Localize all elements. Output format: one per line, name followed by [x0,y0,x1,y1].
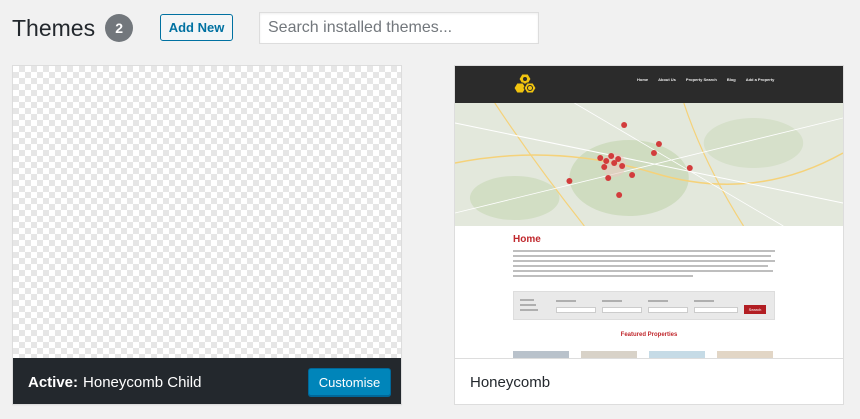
customise-button[interactable]: Customise [308,368,391,396]
preview-search-button: Search [744,305,766,314]
preview-content: Home [513,234,777,280]
theme-name-bar: Honeycomb [455,358,843,404]
preview-page-heading: Home [513,234,541,245]
honeycomb-logo-icon [513,73,537,94]
theme-screenshot[interactable]: Home About Us Property Search Blog Add a… [455,66,843,358]
preview-featured-heading: Featured Properties [620,332,678,338]
preview-search-box: Search [513,291,775,320]
preview-menu: Home About Us Property Search Blog Add a… [637,77,774,82]
active-theme-name: Honeycomb Child [83,373,202,391]
theme-name: Honeycomb [470,374,551,391]
preview-map [455,103,843,226]
search-input[interactable] [259,12,539,44]
preview-menu-item: Blog [726,77,736,82]
theme-screenshot-placeholder[interactable] [13,66,401,358]
theme-card-honeycomb[interactable]: Home About Us Property Search Blog Add a… [454,65,844,405]
page-title: Themes [12,15,96,41]
preview-menu-item: Property Search [685,77,717,82]
preview-text-block [513,250,777,277]
page-header: Themes 2 [12,12,134,44]
theme-card-active[interactable]: Active: Honeycomb Child Customise [12,65,402,405]
preview-menu-item: Home [637,77,649,82]
active-label: Active: [28,373,79,391]
preview-menu-item: Add a Property [745,77,775,82]
preview-menu-item: About Us [658,77,676,82]
theme-count-badge: 2 [105,14,134,42]
preview-navbar: Home About Us Property Search Blog Add a… [455,66,843,103]
preview-thumbnails [513,351,775,358]
add-new-button[interactable]: Add New [160,14,233,41]
active-theme-bar: Active: Honeycomb Child Customise [13,358,401,404]
